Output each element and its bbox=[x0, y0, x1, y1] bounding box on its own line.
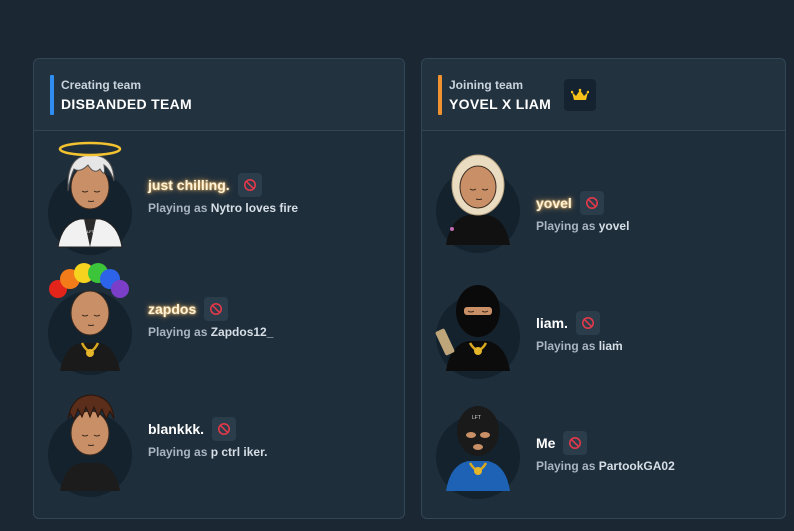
team-header: Creating team DISBANDED TEAM bbox=[34, 59, 404, 131]
avatar[interactable] bbox=[44, 259, 144, 379]
playing-as-label: Playing as bbox=[148, 445, 208, 459]
member-name-row: blankkk. bbox=[148, 417, 237, 441]
playing-as-line: Playing as p ctrl iker. bbox=[148, 445, 267, 459]
avatar[interactable]: LFT bbox=[44, 135, 144, 255]
playing-as-line: Playing as PartookGA02 bbox=[536, 459, 675, 473]
member-name[interactable]: just chilling. bbox=[148, 177, 230, 193]
kick-button[interactable] bbox=[237, 173, 262, 197]
team-subtitle: Creating team bbox=[61, 78, 142, 92]
kick-button[interactable] bbox=[563, 431, 588, 455]
avatar[interactable] bbox=[432, 133, 532, 253]
team-leader-badge bbox=[564, 79, 596, 111]
ban-icon bbox=[218, 423, 231, 435]
member-name-row: zapdos bbox=[148, 297, 229, 321]
team-accent-bar bbox=[438, 75, 442, 115]
playing-as-label: Playing as bbox=[148, 201, 208, 215]
team-member: zapdos Playing as Zapdos12_ bbox=[34, 259, 404, 379]
playing-as-label: Playing as bbox=[148, 325, 208, 339]
playing-as-label: Playing as bbox=[536, 459, 596, 473]
playing-as-label: Playing as bbox=[536, 339, 596, 353]
member-name[interactable]: blankkk. bbox=[148, 421, 204, 437]
avatar[interactable] bbox=[432, 259, 532, 379]
team-name: DISBANDED TEAM bbox=[61, 96, 192, 112]
team-subtitle: Joining team bbox=[449, 78, 524, 92]
playing-as-line: Playing as yovel bbox=[536, 219, 629, 233]
playing-as-line: Playing as Zapdos12_ bbox=[148, 325, 273, 339]
team-member: liam. Playing as liaṁ bbox=[422, 273, 785, 393]
creating-team-panel: Creating team DISBANDED TEAM LFT just ch… bbox=[33, 58, 405, 519]
team-header: Joining team YOVEL X LIAM bbox=[422, 59, 785, 131]
crown-icon bbox=[571, 88, 589, 100]
avatar[interactable]: LFT bbox=[432, 379, 532, 499]
kick-button[interactable] bbox=[579, 191, 604, 215]
ban-icon bbox=[569, 437, 582, 449]
kick-button[interactable] bbox=[204, 297, 229, 321]
member-name-row: just chilling. bbox=[148, 173, 262, 197]
member-name[interactable]: Me bbox=[536, 435, 555, 451]
kick-button[interactable] bbox=[212, 417, 237, 441]
team-member: yovel Playing as yovel bbox=[422, 153, 785, 273]
playing-as-name: Zapdos12_ bbox=[210, 325, 274, 339]
playing-as-name: p ctrl iker. bbox=[210, 445, 268, 459]
playing-as-label: Playing as bbox=[536, 219, 596, 233]
ban-icon bbox=[243, 179, 256, 191]
playing-as-name: Nytro loves fire bbox=[210, 201, 299, 215]
kick-button[interactable] bbox=[575, 311, 600, 335]
member-name[interactable]: zapdos bbox=[148, 301, 196, 317]
team-member: blankkk. Playing as p ctrl iker. bbox=[34, 379, 404, 499]
playing-as-line: Playing as Nytro loves fire bbox=[148, 201, 298, 215]
ban-icon bbox=[585, 197, 598, 209]
team-member: LFT just chilling. Playing as Nytro love… bbox=[34, 135, 404, 255]
team-member: LFT Me Playing as PartookGA02 bbox=[422, 393, 785, 513]
ban-icon bbox=[210, 303, 223, 315]
avatar[interactable] bbox=[44, 379, 144, 499]
svg-text:LFT: LFT bbox=[87, 229, 95, 234]
playing-as-line: Playing as liaṁ bbox=[536, 339, 623, 353]
playing-as-name: liaṁ bbox=[598, 339, 623, 353]
member-name[interactable]: liam. bbox=[536, 315, 568, 331]
team-accent-bar bbox=[50, 75, 54, 115]
joining-team-panel: Joining team YOVEL X LIAM yovel Playing … bbox=[421, 58, 786, 519]
playing-as-name: yovel bbox=[598, 219, 630, 233]
playing-as-name: PartookGA02 bbox=[598, 459, 675, 473]
member-name[interactable]: yovel bbox=[536, 195, 572, 211]
team-name: YOVEL X LIAM bbox=[449, 96, 552, 112]
member-name-row: liam. bbox=[536, 311, 600, 335]
ban-icon bbox=[581, 317, 594, 329]
svg-text:LFT: LFT bbox=[472, 415, 481, 421]
member-name-row: Me bbox=[536, 431, 588, 455]
member-name-row: yovel bbox=[536, 191, 604, 215]
